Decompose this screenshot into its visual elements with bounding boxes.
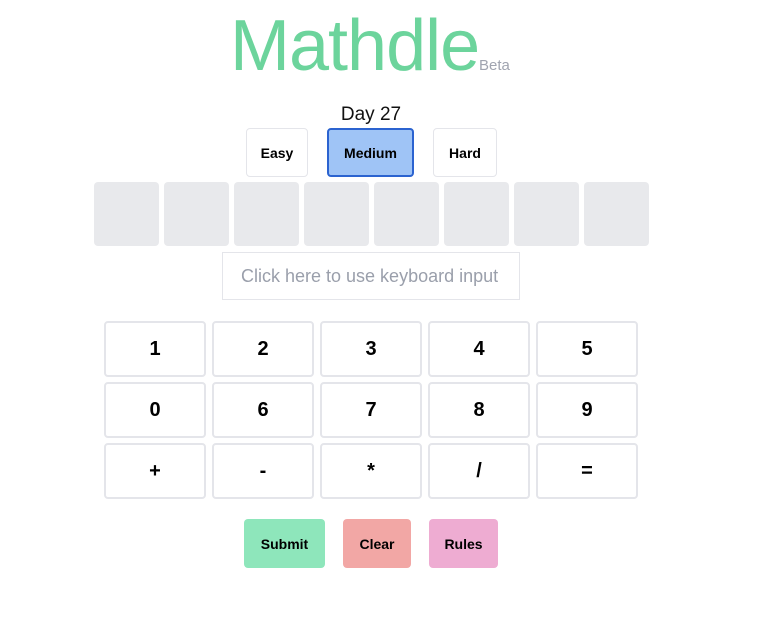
key-equals[interactable]: = <box>536 443 638 499</box>
guess-tile <box>234 182 299 246</box>
guess-tile <box>164 182 229 246</box>
key-divide[interactable]: / <box>428 443 530 499</box>
keyboard-input-field[interactable] <box>222 252 520 300</box>
rules-button[interactable]: Rules <box>429 519 498 568</box>
submit-button[interactable]: Submit <box>244 519 325 568</box>
key-9[interactable]: 9 <box>536 382 638 438</box>
key-3[interactable]: 3 <box>320 321 422 377</box>
header: Mathdle Beta <box>0 0 760 90</box>
clear-button[interactable]: Clear <box>343 519 411 568</box>
key-7[interactable]: 7 <box>320 382 422 438</box>
key-plus[interactable]: + <box>104 443 206 499</box>
day-label: Day 27 <box>340 104 402 125</box>
key-0[interactable]: 0 <box>104 382 206 438</box>
beta-badge: Beta <box>479 57 510 74</box>
key-minus[interactable]: - <box>212 443 314 499</box>
keypad-row: 0 6 7 8 9 <box>104 382 638 438</box>
guess-tile <box>584 182 649 246</box>
keypad-row: 1 2 3 4 5 <box>104 321 638 377</box>
app-title: Mathdle <box>230 6 480 86</box>
key-1[interactable]: 1 <box>104 321 206 377</box>
guess-tile <box>304 182 369 246</box>
guess-board <box>94 182 649 246</box>
guess-tile <box>444 182 509 246</box>
difficulty-medium-button[interactable]: Medium <box>327 128 414 177</box>
difficulty-hard-button[interactable]: Hard <box>433 128 497 177</box>
keypad: 1 2 3 4 5 0 6 7 8 9 + - * / = <box>104 321 638 504</box>
keypad-row: + - * / = <box>104 443 638 499</box>
key-2[interactable]: 2 <box>212 321 314 377</box>
guess-tile <box>514 182 579 246</box>
guess-tile <box>374 182 439 246</box>
key-8[interactable]: 8 <box>428 382 530 438</box>
difficulty-easy-button[interactable]: Easy <box>246 128 308 177</box>
key-multiply[interactable]: * <box>320 443 422 499</box>
key-6[interactable]: 6 <box>212 382 314 438</box>
key-4[interactable]: 4 <box>428 321 530 377</box>
guess-tile <box>94 182 159 246</box>
key-5[interactable]: 5 <box>536 321 638 377</box>
